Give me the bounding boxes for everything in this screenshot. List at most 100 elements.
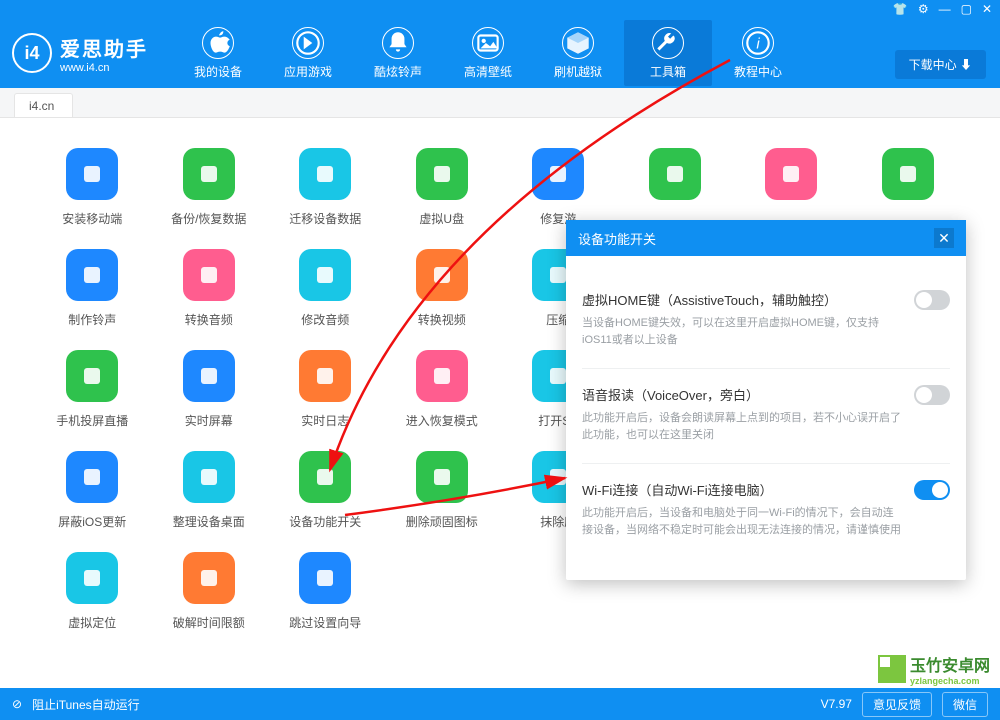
wechat-button[interactable]: 微信 [942,692,988,717]
nav-label: 应用游戏 [284,63,332,80]
nav-image[interactable]: 高清壁纸 [444,20,532,86]
gear-icon [66,451,118,503]
app-logo: i4 爱思助手 www.i4.cn [12,33,148,74]
apple-icon [202,27,234,59]
app-header: i4 爱思助手 www.i4.cn 我的设备应用游戏 酷炫铃声 高清壁纸 刷机越狱 工具… [0,18,1000,88]
nav-label: 刷机越狱 [554,63,602,80]
tool-monitor[interactable]: 实时屏幕 [155,350,264,429]
transfer-icon [299,148,351,200]
itunes-block-label[interactable]: 阻止iTunes自动运行 [32,696,140,713]
tool-appstore[interactable]: 修复游 [504,148,613,227]
tool-hour[interactable]: 破解时间限额 [155,552,264,631]
close-icon[interactable]: ✕ [982,2,992,16]
tool-label: 安装移动端 [62,210,122,227]
bell2-icon [66,249,118,301]
tool-label: 虚拟定位 [68,614,116,631]
tool-cube[interactable] [854,148,963,227]
nav-bell[interactable]: 酷炫铃声 [354,20,442,86]
tool-play[interactable]: 转换视频 [388,249,497,328]
option-title: Wi-Fi连接（自动Wi-Fi连接电脑） [582,480,904,499]
skin-icon[interactable]: 👕 [893,2,908,16]
tool-label: 设备功能开关 [289,513,361,530]
tool-tune[interactable]: 修改音频 [271,249,380,328]
tool-skip[interactable]: 跳过设置向导 [271,552,380,631]
skip-icon [299,552,351,604]
nav-label: 教程中心 [734,63,782,80]
hour-icon [183,552,235,604]
nav-info[interactable]: i 教程中心 [714,20,802,86]
watermark: 玉竹安卓网 yzlangecha.com [878,652,990,686]
maximize-icon[interactable]: ▢ [961,2,972,16]
pin-icon [66,552,118,604]
toggle-switch[interactable] [914,290,950,310]
nav-apple[interactable]: 我的设备 [174,20,262,86]
appstore-icon [532,148,584,200]
version-label: V7.97 [821,697,852,711]
phone-icon [416,350,468,402]
tool-label: 整理设备桌面 [173,513,245,530]
nav-label: 高清壁纸 [464,63,512,80]
tool-logo[interactable]: 安装移动端 [38,148,147,227]
watermark-text: 玉竹安卓网 [910,652,990,676]
music-icon [765,148,817,200]
info-icon: i [742,27,774,59]
tool-music[interactable] [737,148,846,227]
option-row: 虚拟HOME键（AssistiveTouch，辅助触控）当设备HOME键失效，可… [582,274,950,369]
device-switch-dialog: 设备功能开关 ✕ 虚拟HOME键（AssistiveTouch，辅助触控）当设备… [566,220,966,580]
feedback-button[interactable]: 意见反馈 [862,692,932,717]
tool-label: 破解时间限额 [173,614,245,631]
log-icon [299,350,351,402]
tool-clock[interactable]: 删除顽固图标 [388,451,497,530]
app-subtitle: www.i4.cn [60,62,148,74]
screen-icon [66,350,118,402]
tool-label: 跳过设置向导 [289,614,361,631]
status-bar: ⊘ 阻止iTunes自动运行 V7.97 意见反馈 微信 [0,688,1000,720]
wrench-icon [652,27,684,59]
usb-icon [416,148,468,200]
tool-label: 删除顽固图标 [406,513,478,530]
switch-icon [299,451,351,503]
download-center-button[interactable]: 下载中心 ⬇ [895,50,986,79]
toggle-switch[interactable] [914,385,950,405]
tool-log[interactable]: 实时日志 [271,350,380,429]
tool-usb[interactable]: 虚拟U盘 [388,148,497,227]
tool-label: 进入恢复模式 [406,412,478,429]
toggle-switch[interactable] [914,480,950,500]
nav-box[interactable]: 刷机越狱 [534,20,622,86]
play-icon [416,249,468,301]
tool-pin[interactable]: 虚拟定位 [38,552,147,631]
clock-icon [416,451,468,503]
tool-transfer[interactable]: 迁移设备数据 [271,148,380,227]
tool-label: 制作铃声 [68,311,116,328]
tab-bar: i4.cn [0,88,1000,118]
logo-icon: i4 [12,33,52,73]
nav-label: 酷炫铃声 [374,63,422,80]
settings-icon[interactable]: ⚙ [918,2,929,16]
tool-label: 修改音频 [301,311,349,328]
option-title: 语音报读（VoiceOver，旁白） [582,385,904,404]
tab-i4cn[interactable]: i4.cn [14,93,73,117]
tool-bell2[interactable]: 制作铃声 [38,249,147,328]
tool-audio[interactable]: 转换音频 [155,249,264,328]
option-title: 虚拟HOME键（AssistiveTouch，辅助触控） [582,290,904,309]
dialog-close-button[interactable]: ✕ [934,228,954,248]
restore-icon [183,148,235,200]
tool-label: 虚拟U盘 [419,210,464,227]
watermark-icon [878,655,906,683]
tool-restore[interactable]: 备份/恢复数据 [155,148,264,227]
tool-label: 屏蔽iOS更新 [58,513,126,530]
minimize-icon[interactable]: — [939,2,951,16]
tool-switch[interactable]: 设备功能开关 [271,451,380,530]
nav-app[interactable]: 应用游戏 [264,20,352,86]
tool-appleid[interactable] [621,148,730,227]
app-title: 爱思助手 [60,33,148,62]
tool-label: 实时屏幕 [185,412,233,429]
check-icon: ⊘ [12,697,22,711]
tool-label: 备份/恢复数据 [171,210,246,227]
tool-gear[interactable]: 屏蔽iOS更新 [38,451,147,530]
nav-wrench[interactable]: 工具箱 [624,20,712,86]
bell-icon [382,27,414,59]
tool-grid[interactable]: 整理设备桌面 [155,451,264,530]
tool-phone[interactable]: 进入恢复模式 [388,350,497,429]
tool-screen[interactable]: 手机投屏直播 [38,350,147,429]
